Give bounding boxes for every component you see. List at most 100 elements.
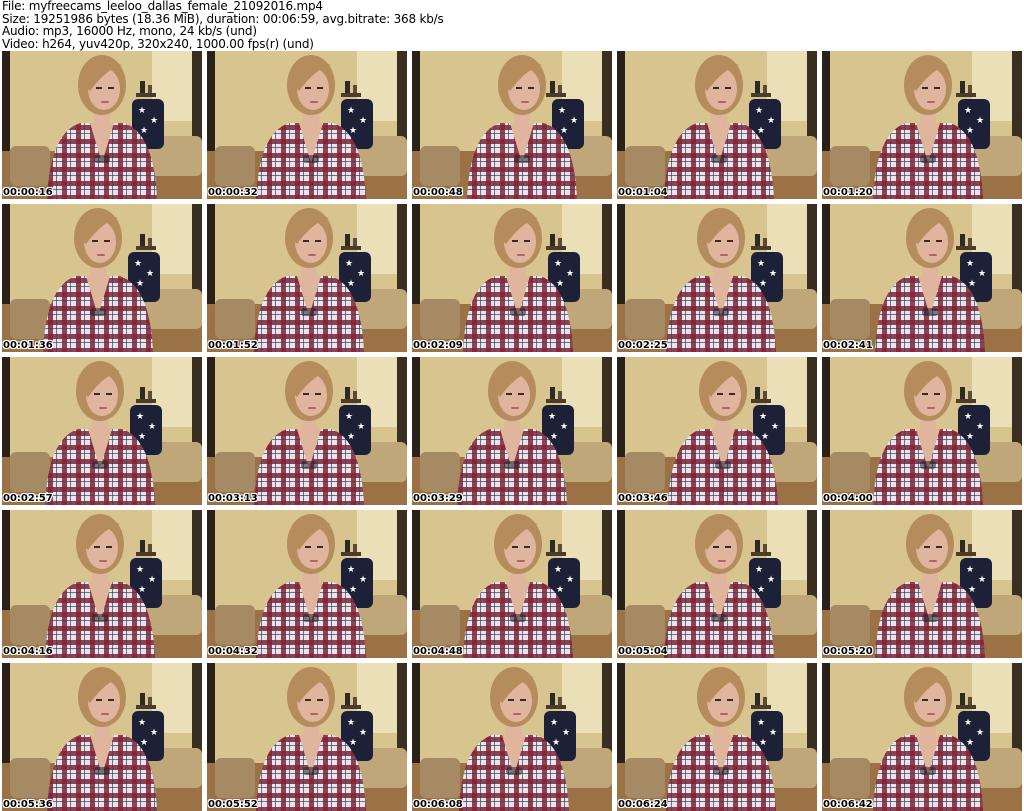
thumbnail-timestamp: 00:01:36: [3, 340, 53, 351]
svg-text:★: ★: [558, 106, 566, 116]
webcam-frame-image: ★★★: [412, 357, 612, 505]
svg-text:★: ★: [964, 718, 972, 728]
webcam-frame-image: ★★★: [412, 51, 612, 199]
thumbnail-timestamp: 00:00:32: [208, 187, 258, 198]
thumbnail-timestamp: 00:02:41: [823, 340, 873, 351]
video-thumbnail: ★ ★ ★ 00:02:41: [822, 204, 1022, 352]
svg-text:★: ★: [138, 432, 146, 442]
svg-text:★: ★: [759, 279, 767, 289]
svg-text:★: ★: [978, 269, 986, 279]
svg-text:★: ★: [347, 565, 355, 575]
svg-text:★: ★: [347, 279, 355, 289]
file-info-header: File: myfreecams_leeloo_dallas_female_21…: [2, 0, 1022, 50]
webcam-frame-image: ★★★: [207, 51, 407, 199]
video-thumbnail: ★ ★ ★ 00:00:16: [2, 51, 202, 199]
thumbnail-timestamp: 00:02:57: [3, 493, 53, 504]
svg-text:★: ★: [966, 738, 974, 748]
video-thumbnail: ★ ★ ★ 00:02:57: [2, 357, 202, 505]
svg-text:★: ★: [556, 279, 564, 289]
svg-text:★: ★: [964, 106, 972, 116]
video-thumbnail: ★ ★ ★ 00:00:32: [207, 51, 407, 199]
video-thumbnail: ★ ★ ★ 00:05:52: [207, 663, 407, 811]
thumbnail-timestamp: 00:03:29: [413, 493, 463, 504]
webcam-frame-image: ★★★: [822, 204, 1022, 352]
svg-text:★: ★: [757, 259, 765, 269]
svg-text:★: ★: [566, 575, 574, 585]
video-info-text: Video: h264, yuv420p, 320x240, 1000.00 f…: [2, 36, 314, 51]
svg-text:★: ★: [769, 269, 777, 279]
thumbnail-timestamp: 00:05:52: [208, 799, 258, 810]
video-thumbnail: ★ ★ ★ 00:05:04: [617, 510, 817, 658]
svg-text:★: ★: [550, 718, 558, 728]
svg-text:★: ★: [761, 432, 769, 442]
svg-text:★: ★: [757, 585, 765, 595]
svg-text:★: ★: [566, 269, 574, 279]
svg-text:★: ★: [359, 728, 367, 738]
video-thumbnail: ★ ★ ★ 00:05:20: [822, 510, 1022, 658]
svg-text:★: ★: [976, 422, 984, 432]
webcam-frame-image: ★★★: [617, 357, 817, 505]
webcam-frame-image: ★★★: [822, 510, 1022, 658]
svg-text:★: ★: [345, 412, 353, 422]
svg-text:★: ★: [357, 269, 365, 279]
svg-text:★: ★: [548, 412, 556, 422]
thumbnail-timestamp: 00:04:16: [3, 646, 53, 657]
thumbnail-timestamp: 00:04:32: [208, 646, 258, 657]
thumbnail-timestamp: 00:00:48: [413, 187, 463, 198]
svg-text:★: ★: [146, 269, 154, 279]
svg-text:★: ★: [349, 585, 357, 595]
svg-text:★: ★: [755, 106, 763, 116]
svg-text:★: ★: [359, 575, 367, 585]
svg-text:★: ★: [976, 116, 984, 126]
thumbnail-timestamp: 00:05:20: [823, 646, 873, 657]
svg-text:★: ★: [140, 738, 148, 748]
thumbnail-grid: ★ ★ ★ 00:00:16 ★ ★ ★ 00:00:32 ★ ★ ★ 00:00:48 ★ ★ ★ 00:0…: [2, 51, 1022, 811]
webcam-frame-image: ★★★: [412, 204, 612, 352]
svg-text:★: ★: [345, 259, 353, 269]
video-thumbnail: ★ ★ ★ 00:00:48: [412, 51, 612, 199]
video-thumbnail: ★ ★ ★ 00:04:32: [207, 510, 407, 658]
svg-text:★: ★: [767, 575, 775, 585]
svg-text:★: ★: [148, 422, 156, 432]
video-thumbnail: ★ ★ ★ 00:04:16: [2, 510, 202, 658]
svg-text:★: ★: [570, 116, 578, 126]
video-thumbnail: ★ ★ ★ 00:04:00: [822, 357, 1022, 505]
svg-text:★: ★: [554, 259, 562, 269]
video-thumbnail: ★ ★ ★ 00:02:09: [412, 204, 612, 352]
svg-text:★: ★: [966, 432, 974, 442]
svg-text:★: ★: [554, 565, 562, 575]
video-thumbnail: ★ ★ ★ 00:06:42: [822, 663, 1022, 811]
webcam-frame-image: ★★★: [2, 51, 202, 199]
webcam-frame-image: ★★★: [2, 510, 202, 658]
svg-text:★: ★: [968, 585, 976, 595]
svg-text:★: ★: [976, 728, 984, 738]
svg-text:★: ★: [359, 116, 367, 126]
svg-text:★: ★: [150, 116, 158, 126]
svg-text:★: ★: [138, 718, 146, 728]
thumbnail-timestamp: 00:06:08: [413, 799, 463, 810]
svg-text:★: ★: [134, 259, 142, 269]
thumbnail-timestamp: 00:02:09: [413, 340, 463, 351]
video-thumbnail: ★ ★ ★ 00:01:20: [822, 51, 1022, 199]
audio-info-text: Audio: mp3, 16000 Hz, mono, 24 kb/s (und…: [2, 24, 257, 38]
svg-text:★: ★: [138, 585, 146, 595]
svg-text:★: ★: [978, 575, 986, 585]
video-thumbnail: ★ ★ ★ 00:03:46: [617, 357, 817, 505]
file-name-text: File: myfreecams_leeloo_dallas_female_21…: [2, 0, 323, 13]
svg-text:★: ★: [755, 565, 763, 575]
svg-text:★: ★: [560, 126, 568, 136]
thumbnail-timestamp: 00:04:00: [823, 493, 873, 504]
video-thumbnail: ★ ★ ★ 00:01:04: [617, 51, 817, 199]
webcam-frame-image: ★★★: [207, 510, 407, 658]
video-thumbnail: ★ ★ ★ 00:04:48: [412, 510, 612, 658]
webcam-frame-image: ★★★: [207, 204, 407, 352]
video-thumbnail: ★ ★ ★ 00:06:08: [412, 663, 612, 811]
svg-text:★: ★: [552, 738, 560, 748]
thumbnail-timestamp: 00:01:04: [618, 187, 668, 198]
svg-text:★: ★: [968, 279, 976, 289]
video-thumbnail: ★ ★ ★ 00:02:25: [617, 204, 817, 352]
webcam-frame-image: ★★★: [617, 510, 817, 658]
svg-text:★: ★: [349, 126, 357, 136]
webcam-frame-image: ★★★: [207, 357, 407, 505]
svg-text:★: ★: [136, 412, 144, 422]
